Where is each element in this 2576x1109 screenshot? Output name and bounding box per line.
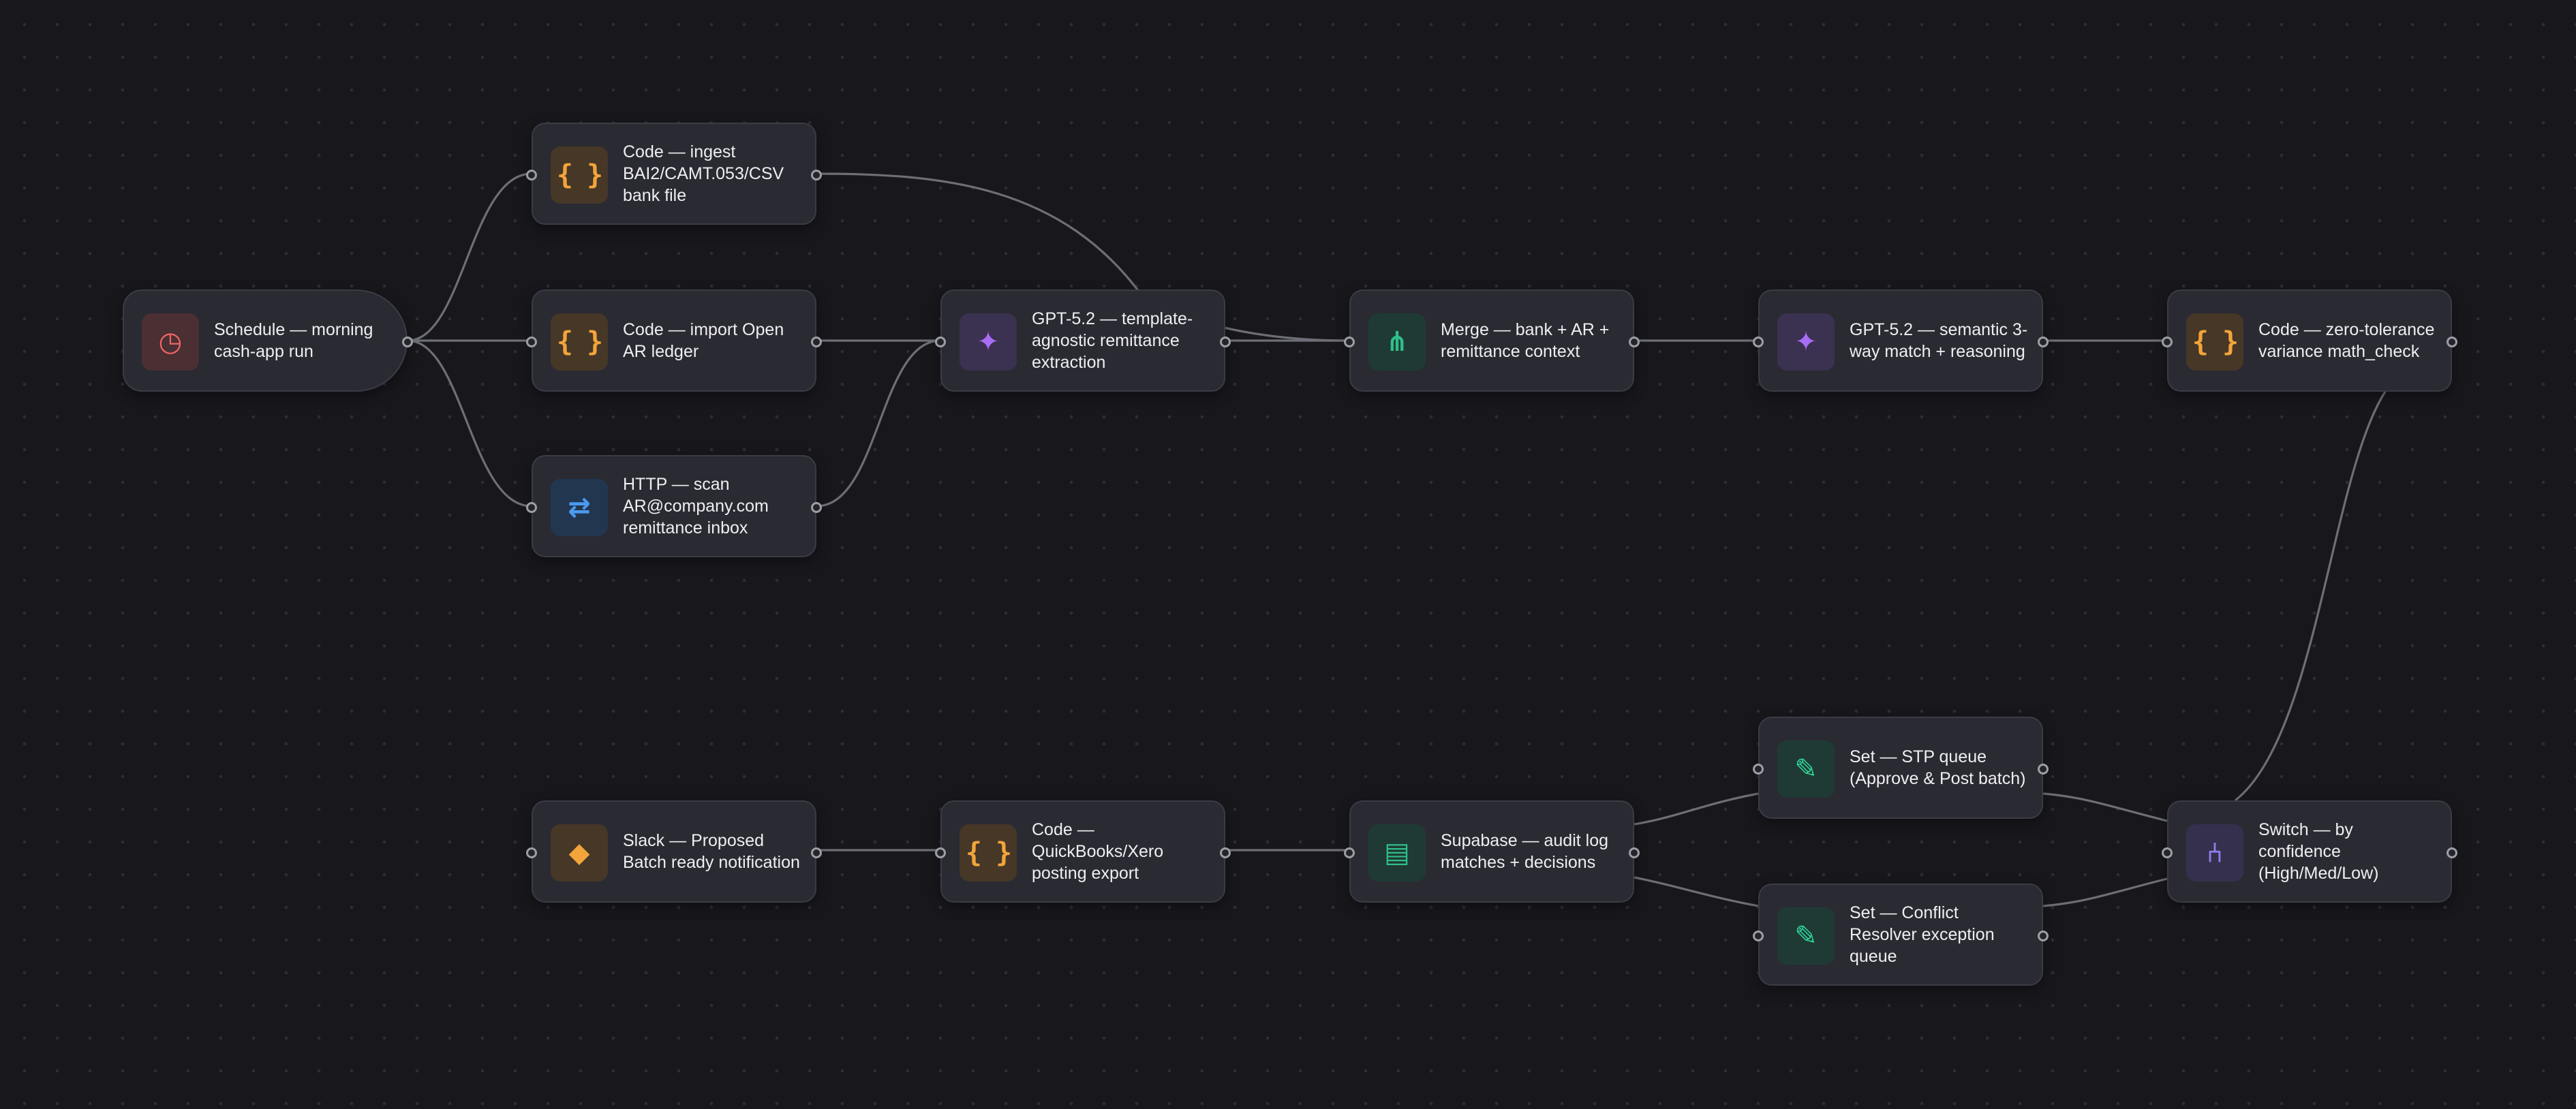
output-port[interactable] xyxy=(811,502,822,513)
clock-icon: ◷ xyxy=(142,313,199,371)
node-http-scan[interactable]: ⇄ HTTP — scan AR@company.com remittance … xyxy=(526,455,822,557)
connections-layer xyxy=(407,172,2387,907)
connection-stp-supabase xyxy=(1634,792,1759,826)
code-braces-icon: { } xyxy=(551,313,608,371)
node-set-conflict[interactable]: ✎ Set — Conflict Resolver exception queu… xyxy=(1753,884,2049,986)
merge-icon: ⋔ xyxy=(1368,313,1426,371)
pencil-icon: ✎ xyxy=(1777,740,1835,798)
node-merge[interactable]: ⋔ Merge — bank + AR + remittance context xyxy=(1344,290,1640,392)
input-port[interactable] xyxy=(935,337,946,347)
input-port[interactable] xyxy=(1344,847,1355,858)
node-label: Set — Conflict Resolver exception queue xyxy=(1850,903,1995,966)
input-port[interactable] xyxy=(526,337,537,347)
slack-diamond-icon: ◆ xyxy=(551,824,608,881)
node-label: GPT-5.2 — template-agnostic remittance e… xyxy=(1032,309,1193,372)
input-port[interactable] xyxy=(1344,337,1355,347)
input-port[interactable] xyxy=(526,502,537,513)
input-port[interactable] xyxy=(1753,764,1764,775)
node-code-import[interactable]: { } Code — import Open AR ledger xyxy=(526,290,822,392)
output-port[interactable] xyxy=(2038,931,2049,941)
connection-conflict-supabase xyxy=(1634,876,1759,907)
node-label: Slack — Proposed Batch ready notificatio… xyxy=(623,831,800,872)
node-switch[interactable]: ⑃ Switch — by confidence (High/Med/Low) xyxy=(2162,800,2457,903)
node-label: Code — import Open AR ledger xyxy=(623,320,784,361)
node-code-export[interactable]: { } Code — QuickBooks/Xero posting expor… xyxy=(935,800,1231,903)
input-port[interactable] xyxy=(1753,931,1764,941)
input-port[interactable] xyxy=(2162,337,2173,347)
output-port[interactable] xyxy=(811,337,822,347)
node-schedule[interactable]: ◷ Schedule — morning cash-app run xyxy=(123,290,413,392)
input-port[interactable] xyxy=(1753,337,1764,347)
code-braces-icon: { } xyxy=(2186,313,2243,371)
input-port[interactable] xyxy=(526,170,537,181)
connection-schedule-ingest xyxy=(407,172,532,342)
table-icon: ▤ xyxy=(1368,824,1426,881)
node-label: Code — QuickBooks/Xero posting export xyxy=(1032,820,1164,883)
output-port[interactable] xyxy=(1220,337,1231,347)
input-port[interactable] xyxy=(526,847,537,858)
node-label: Code — zero-tolerance variance math_chec… xyxy=(2258,320,2435,361)
node-label: HTTP — scan AR@company.com remittance in… xyxy=(623,475,769,537)
input-port[interactable] xyxy=(2162,847,2173,858)
output-port[interactable] xyxy=(1629,847,1640,858)
output-port[interactable] xyxy=(2038,337,2049,347)
connection-switch-stp xyxy=(2042,792,2168,822)
output-port[interactable] xyxy=(2447,847,2457,858)
node-set-stp[interactable]: ✎ Set — STP queue (Approve & Post batch) xyxy=(1753,717,2049,819)
workflow-canvas[interactable]: ◷ Schedule — morning cash-app run { } Co… xyxy=(0,0,2576,1109)
node-label: Supabase — audit log matches + decisions xyxy=(1441,831,1609,872)
code-braces-icon: { } xyxy=(551,146,608,204)
output-port[interactable] xyxy=(1220,847,1231,858)
node-label: Merge — bank + AR + remittance context xyxy=(1441,320,1610,361)
node-label: Switch — by confidence (High/Med/Low) xyxy=(2258,820,2379,883)
connection-variance-switch xyxy=(2235,391,2387,802)
output-port[interactable] xyxy=(1629,337,1640,347)
sparkle-icon: ✦ xyxy=(1777,313,1835,371)
connection-switch-conflict xyxy=(2042,877,2168,907)
sparkle-icon: ✦ xyxy=(960,313,1017,371)
node-code-variance[interactable]: { } Code — zero-tolerance variance math_… xyxy=(2162,290,2457,392)
node-gpt-match[interactable]: ✦ GPT-5.2 — semantic 3-way match + reaso… xyxy=(1753,290,2049,392)
node-code-ingest[interactable]: { } Code — ingest BAI2/CAMT.053/CSV bank… xyxy=(526,123,822,225)
node-supabase-audit[interactable]: ▤ Supabase — audit log matches + decisio… xyxy=(1344,800,1640,903)
output-port[interactable] xyxy=(402,337,413,347)
node-label: GPT-5.2 — semantic 3-way match + reasoni… xyxy=(1850,320,2028,361)
node-gpt-extraction[interactable]: ✦ GPT-5.2 — template-agnostic remittance… xyxy=(935,290,1231,392)
node-label: Set — STP queue (Approve & Post batch) xyxy=(1850,747,2026,788)
pencil-icon: ✎ xyxy=(1777,907,1835,965)
output-port[interactable] xyxy=(2038,764,2049,775)
output-port[interactable] xyxy=(2447,337,2457,347)
code-braces-icon: { } xyxy=(960,824,1017,881)
switch-fork-icon: ⑃ xyxy=(2186,824,2243,881)
node-label: Code — ingest BAI2/CAMT.053/CSV bank fil… xyxy=(623,142,784,205)
output-port[interactable] xyxy=(811,847,822,858)
input-port[interactable] xyxy=(935,847,946,858)
connection-http-extract xyxy=(816,339,941,507)
http-arrows-icon: ⇄ xyxy=(551,479,608,536)
node-label: Schedule — morning cash-app run xyxy=(214,320,373,361)
output-port[interactable] xyxy=(811,170,822,181)
connection-schedule-http xyxy=(407,339,532,507)
node-slack-notification[interactable]: ◆ Slack — Proposed Batch ready notificat… xyxy=(526,800,822,903)
